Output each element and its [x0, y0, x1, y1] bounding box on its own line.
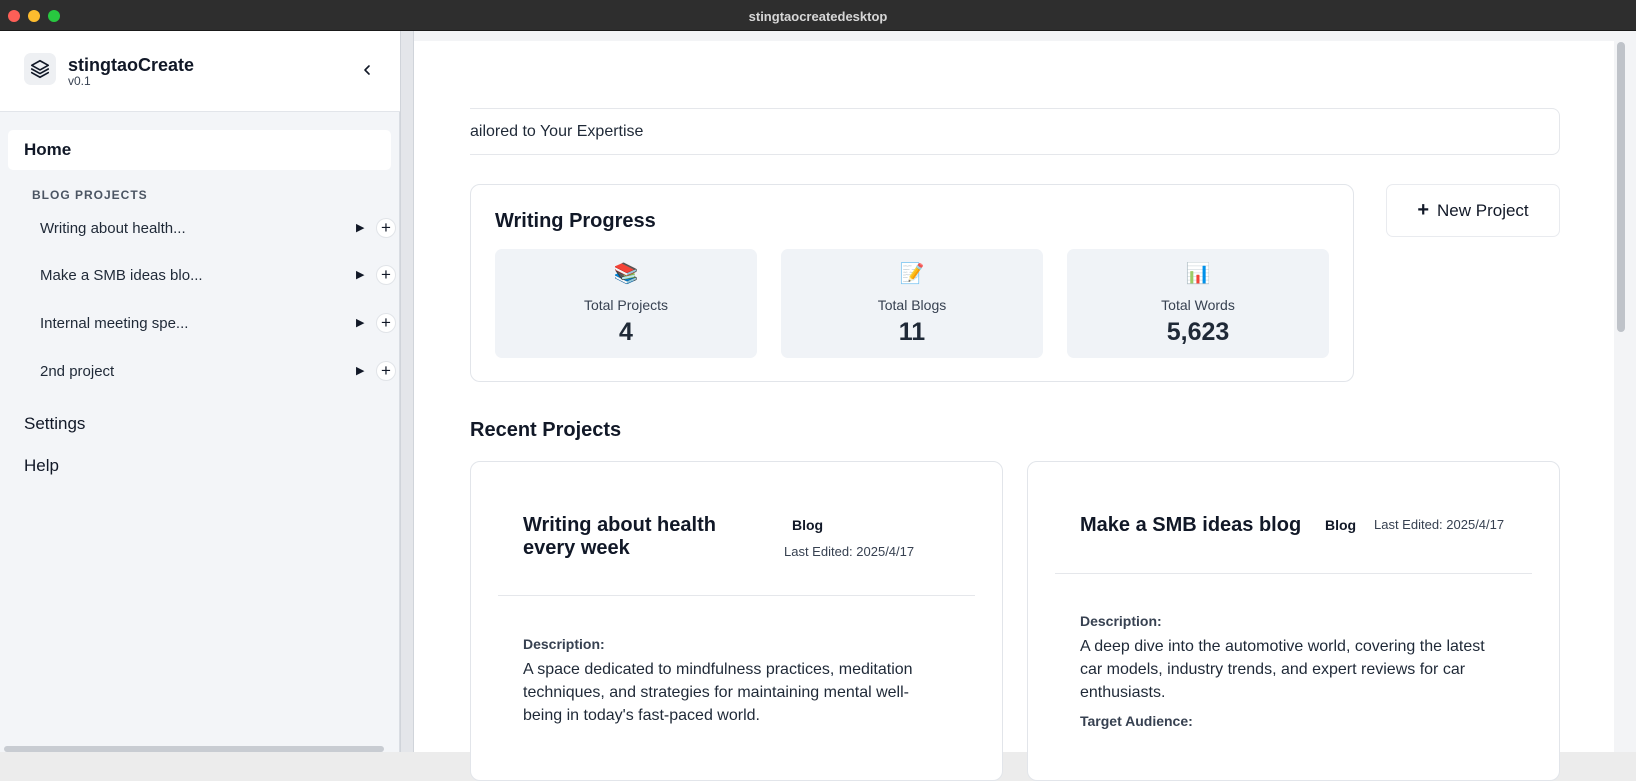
project-type-badge: Blog [1325, 517, 1357, 533]
nav-home[interactable]: Home [8, 130, 391, 170]
new-project-button[interactable]: + New Project [1386, 184, 1560, 237]
last-edited: Last Edited: 2025/4/17 [1374, 517, 1505, 532]
title-bar: stingtaocreatedesktop [0, 0, 1636, 31]
memo-icon: 📝 [899, 263, 925, 285]
card-divider [498, 595, 975, 596]
main-content: ailored to Your Expertise Writing Progre… [414, 41, 1614, 781]
expand-play-icon[interactable]: ▶ [356, 268, 364, 281]
bar-chart-icon: 📊 [1185, 263, 1211, 285]
books-icon: 📚 [613, 263, 639, 285]
project-card[interactable]: Make a SMB ideas blog Blog Last Edited: … [1027, 461, 1560, 781]
project-card[interactable]: Writing about health every week Blog Las… [470, 461, 1003, 781]
sidebar-horizontal-scrollbar[interactable] [4, 746, 384, 752]
expand-play-icon[interactable]: ▶ [356, 364, 364, 377]
sidebar-project-label: 2nd project [40, 363, 115, 380]
scrollbar-thumb[interactable] [1617, 42, 1625, 332]
project-card-title[interactable]: Make a SMB ideas blog [1080, 514, 1310, 537]
recent-projects-title: Recent Projects [470, 419, 622, 441]
stat-label: Total Projects [583, 297, 669, 313]
sidebar-project-item[interactable]: 2nd project ▶ + [40, 357, 400, 387]
sidebar: stingtaoCreate v0.1 Home BLOG PROJECTS W… [0, 31, 400, 752]
stat-label: Total Words [1161, 297, 1235, 313]
main-area: ailored to Your Expertise Writing Progre… [414, 31, 1636, 781]
stat-total-blogs: 📝 Total Blogs 11 [781, 249, 1043, 358]
app-version: v0.1 [68, 74, 91, 88]
description-label: Description: [1080, 613, 1162, 629]
card-divider [1055, 573, 1532, 574]
description-text: A space dedicated to mindfulness practic… [523, 661, 913, 724]
nav-settings[interactable]: Settings [24, 414, 85, 434]
description-text: A deep dive into the automotive world, c… [1080, 638, 1485, 701]
hero-banner: ailored to Your Expertise [470, 108, 1560, 155]
window-title: stingtaocreatedesktop [748, 9, 888, 24]
chevron-left-icon [364, 65, 370, 75]
sidebar-project-label: Internal meeting spe... [40, 315, 189, 332]
target-audience-label: Target Audience: [1080, 713, 1193, 729]
add-blog-button[interactable]: + [376, 361, 396, 381]
writing-progress-card: Writing Progress 📚 Total Projects 4 📝 To… [470, 184, 1354, 382]
brand-header: stingtaoCreate v0.1 [0, 31, 400, 112]
collapse-sidebar-button[interactable] [356, 59, 378, 81]
project-card-title[interactable]: Writing about health every week [523, 514, 773, 560]
sidebar-project-item[interactable]: Writing about health... ▶ + [40, 214, 400, 244]
add-blog-button[interactable]: + [376, 313, 396, 333]
add-blog-button[interactable]: + [376, 218, 396, 238]
new-project-label: New Project [1437, 200, 1529, 220]
expand-play-icon[interactable]: ▶ [356, 221, 364, 234]
blog-projects-section-label: BLOG PROJECTS [32, 188, 148, 202]
plus-icon: + [1417, 199, 1430, 221]
stat-total-words: 📊 Total Words 5,623 [1067, 249, 1329, 358]
project-type-badge: Blog [792, 517, 824, 533]
layers-logo-icon [24, 53, 56, 85]
sidebar-project-label: Make a SMB ideas blo... [40, 267, 203, 284]
stat-value: 4 [619, 318, 633, 346]
last-edited: Last Edited: 2025/4/17 [784, 544, 915, 559]
add-blog-button[interactable]: + [376, 265, 396, 285]
expand-play-icon[interactable]: ▶ [356, 316, 364, 329]
stat-label: Total Blogs [877, 297, 947, 313]
stat-value: 11 [898, 318, 926, 346]
sidebar-project-item[interactable]: Internal meeting spe... ▶ + [40, 309, 400, 339]
nav-help[interactable]: Help [24, 456, 59, 476]
sidebar-project-label: Writing about health... [40, 220, 186, 237]
writing-progress-title: Writing Progress [495, 210, 656, 232]
sidebar-resize-handle[interactable] [400, 31, 414, 752]
sidebar-project-item[interactable]: Make a SMB ideas blo... ▶ + [40, 261, 400, 291]
stat-total-projects: 📚 Total Projects 4 [495, 249, 757, 358]
app-name: stingtaoCreate [68, 55, 195, 75]
description-label: Description: [523, 636, 605, 652]
stat-value: 5,623 [1166, 318, 1230, 346]
